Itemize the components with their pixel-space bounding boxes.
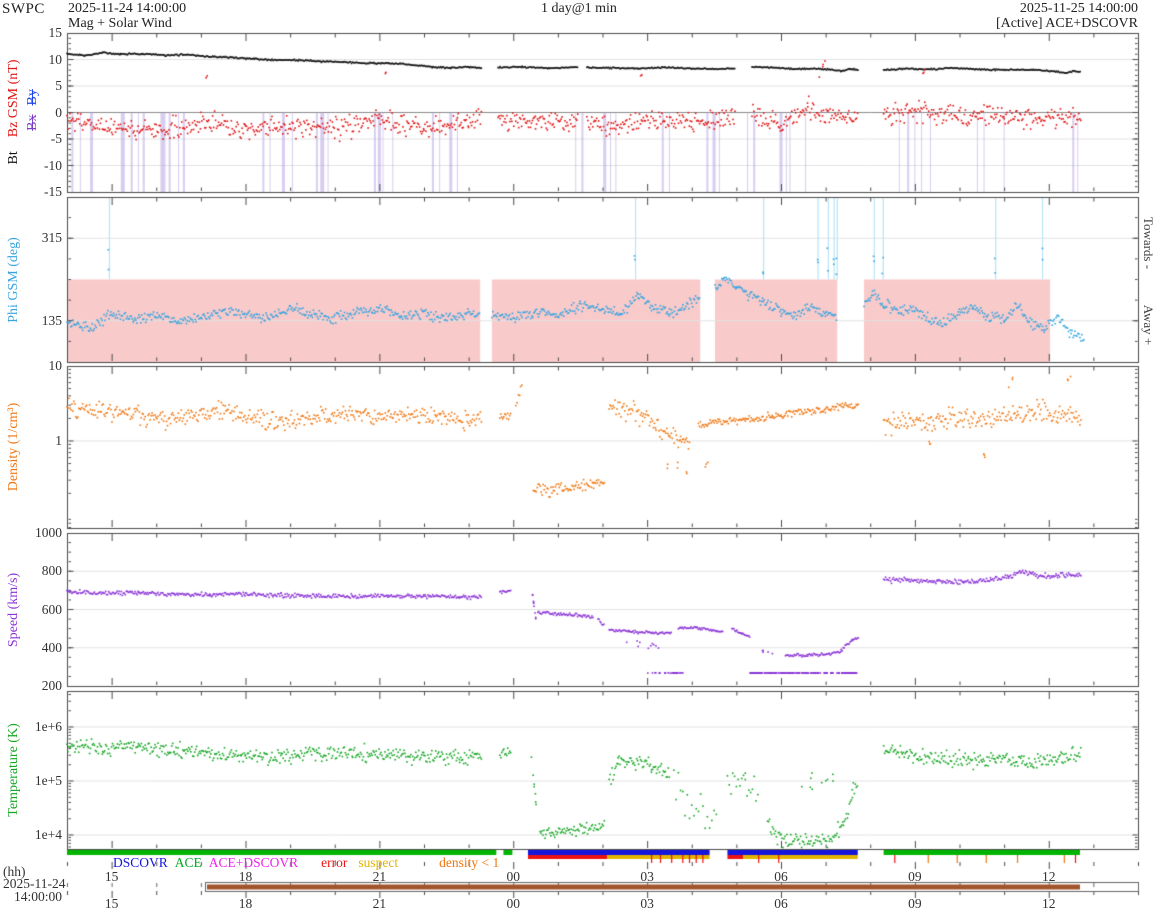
speed-ytick-800: 800: [16, 564, 62, 577]
hour-label-row2-21: 21: [361, 896, 397, 911]
legend-item-ace-dscovr: ACE+DSCOVR: [209, 855, 298, 870]
rtsw-plot-window: SWPC 2025-11-24 14:00:00 1 day@1 min 202…: [0, 0, 1158, 911]
temp-ytick-1e+5: 1e+5: [16, 774, 62, 787]
legend-item-density-1: density < 1: [439, 855, 499, 870]
source-legend: DSCOVR ACE ACE+DSCOVR error suspect density <…: [113, 855, 506, 871]
hour-label-row2-03: 03: [629, 896, 665, 911]
mag-ytick-5: 5: [16, 79, 62, 92]
hour-label-row1-00: 00: [495, 869, 531, 885]
hour-label-row1-18: 18: [228, 869, 264, 885]
hour-label-row1-09: 09: [897, 869, 933, 885]
hour-label-row2-12: 12: [1031, 896, 1067, 911]
bz-axis-label: Bz GSM (nT): [6, 59, 22, 137]
mag-ytick-15: 15: [16, 26, 62, 39]
temp-ytick-1e+4: 1e+4: [16, 828, 62, 841]
axis-start-time: 14:00:00: [14, 889, 62, 905]
mag-ytick--5: -5: [16, 132, 62, 145]
phi-ytick-135: 135: [16, 314, 62, 327]
hour-label-row2-09: 09: [897, 896, 933, 911]
temp-ytick-1e+6: 1e+6: [16, 720, 62, 733]
density-axis-title: Density (1/cm³): [6, 403, 22, 492]
hour-label-row1-21: 21: [361, 869, 397, 885]
legend-item-ace: ACE: [175, 855, 202, 870]
hour-label-row2-18: 18: [228, 896, 264, 911]
phi-ytick-315: 315: [16, 231, 62, 244]
mag-ytick--10: -10: [16, 159, 62, 172]
hour-label-row1-06: 06: [763, 869, 799, 885]
hour-label-row2-15: 15: [94, 896, 130, 911]
speed-ytick-200: 200: [16, 679, 62, 692]
hour-label-row2-00: 00: [495, 896, 531, 911]
temperature-axis-title: Temperature (K): [6, 723, 22, 816]
speed-ytick-600: 600: [16, 603, 62, 616]
away-sector-label: Away +: [1140, 305, 1156, 345]
hour-label-row1-15: 15: [94, 869, 130, 885]
legend-item-dscovr: DSCOVR: [113, 855, 168, 870]
phi-axis-title: Phi GSM (deg): [6, 237, 22, 323]
hour-label-row2-06: 06: [763, 896, 799, 911]
speed-ytick-1000: 1000: [16, 526, 62, 539]
rtsw-plot-canvas: [0, 0, 1158, 911]
density-ytick-1: 1: [16, 434, 62, 447]
towards-sector-label: Towards -: [1140, 217, 1156, 269]
hour-label-row1-12: 12: [1031, 869, 1067, 885]
mag-ytick--15: -15: [16, 185, 62, 198]
legend-item-suspect: suspect: [358, 855, 398, 870]
legend-item-error: error: [321, 855, 347, 870]
density-ytick-10: 10: [16, 359, 62, 372]
mag-ytick-0: 0: [16, 106, 62, 119]
hour-label-row1-03: 03: [629, 869, 665, 885]
mag-ytick-10: 10: [16, 53, 62, 66]
speed-ytick-400: 400: [16, 641, 62, 654]
